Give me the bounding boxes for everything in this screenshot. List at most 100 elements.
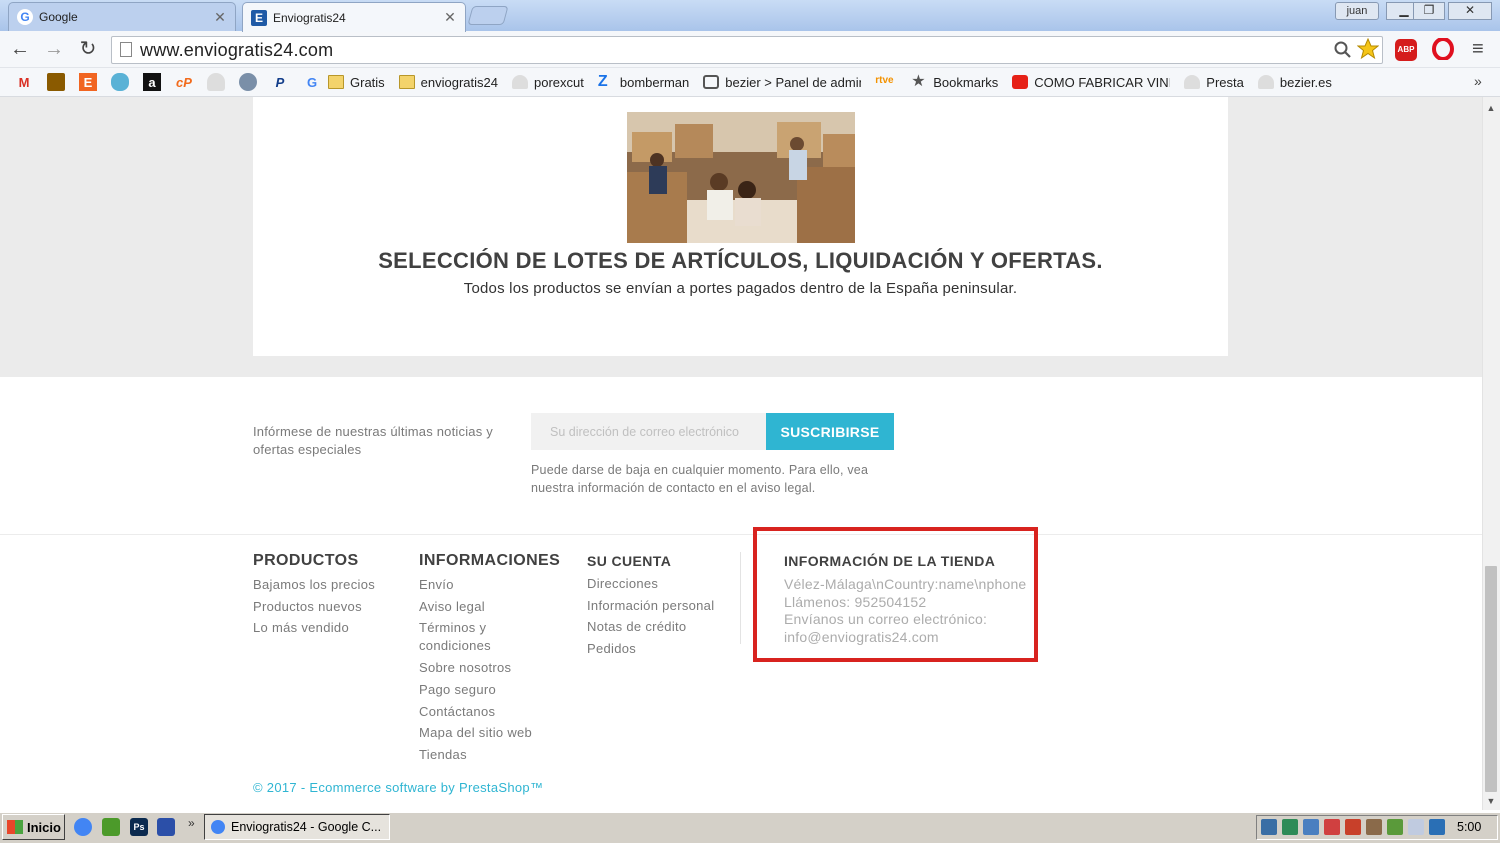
adblock-icon[interactable]: ABP [1395, 39, 1417, 61]
close-icon[interactable]: ✕ [443, 9, 457, 26]
google-icon[interactable]: G [303, 73, 321, 91]
footer-link-mas-vendido[interactable]: Lo más vendido [253, 619, 349, 637]
subscribe-button[interactable]: SUSCRIBIRSE [766, 413, 894, 450]
scroll-up-icon[interactable]: ▲ [1484, 103, 1498, 115]
footer-link-aviso-legal[interactable]: Aviso legal [419, 598, 485, 616]
enviogratis-e-icon: E [251, 9, 267, 26]
new-tab-button[interactable] [467, 6, 509, 25]
windows-flag-icon [7, 820, 23, 834]
footer-link-productos-nuevos[interactable]: Productos nuevos [253, 598, 362, 616]
photoshop-icon[interactable]: Ps [130, 818, 148, 836]
bookmark-label: bomberman [619, 74, 690, 90]
newsletter-note: Puede darse de baja en cualquier momento… [531, 463, 869, 495]
footer-link-notas-credito[interactable]: Notas de crédito [587, 618, 686, 636]
folder-icon [328, 75, 344, 89]
store-email-label: Envíanos un correo electrónico: [784, 611, 988, 627]
bookmark-enviogratis24[interactable]: enviogratis24 [398, 75, 498, 90]
tray-app-icon[interactable] [1387, 819, 1403, 835]
bookmark-label: Gratis [350, 74, 385, 90]
taskbar-item-label: Enviogratis24 - Google C... [231, 820, 382, 834]
footer-link-sobre-nosotros[interactable]: Sobre nosotros [419, 659, 511, 677]
search-icon[interactable] [1333, 40, 1353, 60]
bookmark-como-fabricar[interactable]: COMO FABRICAR VINIL [1012, 75, 1170, 90]
globe-icon[interactable] [239, 73, 257, 91]
footer-link-envio[interactable]: Envío [419, 576, 454, 594]
footer-link-mapa-sitio[interactable]: Mapa del sitio web [419, 724, 532, 742]
bookmark-label: Presta [1206, 74, 1244, 90]
tab-enviogratis24[interactable]: E Enviogratis24 ✕ [242, 2, 466, 32]
taskbar-item-chrome[interactable]: Enviogratis24 - Google C... [204, 814, 390, 840]
opera-icon[interactable] [1432, 38, 1454, 60]
start-button[interactable]: Inicio [2, 814, 65, 840]
bookmark-label: porexcut [534, 74, 584, 90]
paypal-icon[interactable]: P [271, 73, 289, 91]
sync-icon[interactable] [1324, 819, 1340, 835]
bookmark-rtve[interactable]: rtve [875, 75, 897, 89]
tray-app-icon[interactable] [1366, 819, 1382, 835]
gmail-icon[interactable]: M [15, 73, 33, 91]
image-app-icon[interactable] [102, 818, 120, 836]
youtube-icon [1012, 75, 1029, 89]
store-email[interactable]: info@enviogratis24.com [784, 629, 1032, 647]
rtve-icon: rtve [875, 75, 894, 86]
profile-button[interactable]: juan [1335, 2, 1379, 20]
back-button[interactable]: ← [9, 37, 31, 61]
footer-link-terminos[interactable]: Términos y condiciones [419, 619, 515, 655]
tab-title: Enviogratis24 [273, 10, 346, 25]
footer-link-info-personal[interactable]: Información personal [587, 597, 714, 615]
footer-link-tiendas[interactable]: Tiendas [419, 746, 467, 764]
shopping-bag-icon[interactable] [47, 73, 65, 91]
etsy-icon[interactable]: E [79, 73, 97, 91]
bookmark-label: bezier > Panel de admin [725, 74, 862, 90]
bookmark-presta[interactable]: Presta [1184, 75, 1244, 90]
forward-button[interactable]: → [43, 37, 65, 61]
bookmark-bookmarks[interactable]: ★ Bookmarks [911, 74, 998, 90]
bookmark-bezier-es[interactable]: bezier.es [1257, 75, 1332, 90]
scrollbar-thumb[interactable] [1485, 566, 1497, 792]
footer-link-bajamos[interactable]: Bajamos los precios [253, 576, 375, 594]
page-viewport: SELECCIÓN DE LOTES DE ARTÍCULOS, LIQUIDA… [0, 97, 1482, 810]
document-icon[interactable] [1408, 819, 1424, 835]
cloud-icon [1257, 75, 1274, 89]
bookmark-gratis[interactable]: Gratis [328, 75, 385, 90]
hero-image [627, 112, 855, 243]
copyright-link[interactable]: © 2017 - Ecommerce software by PrestaSho… [253, 780, 543, 795]
footer-link-direcciones[interactable]: Direcciones [587, 575, 658, 593]
star-icon[interactable] [1357, 38, 1379, 60]
page-subline: Todos los productos se envían a portes p… [463, 280, 1018, 297]
footer-info-title: INFORMACIONES [419, 552, 561, 569]
tab-google[interactable]: G Google ✕ [8, 2, 236, 31]
security-icon[interactable] [1345, 819, 1361, 835]
cp-icon[interactable]: cP [175, 73, 193, 91]
chrome-icon [211, 820, 225, 834]
chevron-right-icon[interactable]: » [1474, 73, 1482, 89]
bookmark-bomberman[interactable]: Zbomberman [598, 74, 690, 90]
monitor-icon[interactable] [1429, 819, 1445, 835]
cloud-icon [512, 75, 528, 89]
network-icon[interactable] [1261, 819, 1277, 835]
character-icon[interactable] [111, 73, 129, 91]
footer-link-pedidos[interactable]: Pedidos [587, 640, 636, 658]
tray-app-icon[interactable] [1282, 819, 1298, 835]
scroll-down-icon[interactable]: ▼ [1484, 796, 1498, 808]
bookmark-bezier-admin[interactable]: bezier > Panel de admin [703, 75, 861, 90]
volume-icon[interactable] [1303, 819, 1319, 835]
menu-icon[interactable]: ≡ [1472, 38, 1484, 61]
warehouse-photo [627, 112, 855, 243]
close-icon[interactable]: ✕ [213, 9, 227, 26]
newsletter-email-input[interactable] [531, 413, 767, 450]
footer-link-contactanos[interactable]: Contáctanos [419, 703, 495, 721]
footer-link-pago-seguro[interactable]: Pago seguro [419, 681, 496, 699]
amazon-icon[interactable]: a [143, 73, 161, 91]
chrome-icon[interactable] [74, 818, 92, 836]
reload-button[interactable]: ↻ [77, 37, 99, 61]
bookmark-porexcut[interactable]: porexcut [512, 75, 584, 90]
restore-button[interactable]: ❐ [1413, 2, 1445, 20]
store-address: Vélez-Málaga\nCountry:name\nphone [784, 576, 1027, 592]
save-disk-icon[interactable] [157, 818, 175, 836]
cloud-icon[interactable] [207, 73, 225, 91]
clock: 5:00 [1457, 820, 1482, 834]
chevron-right-icon[interactable]: » [188, 816, 195, 830]
address-url[interactable]: www.enviogratis24.com [140, 40, 333, 61]
window-close-button[interactable]: ✕ [1448, 2, 1492, 20]
